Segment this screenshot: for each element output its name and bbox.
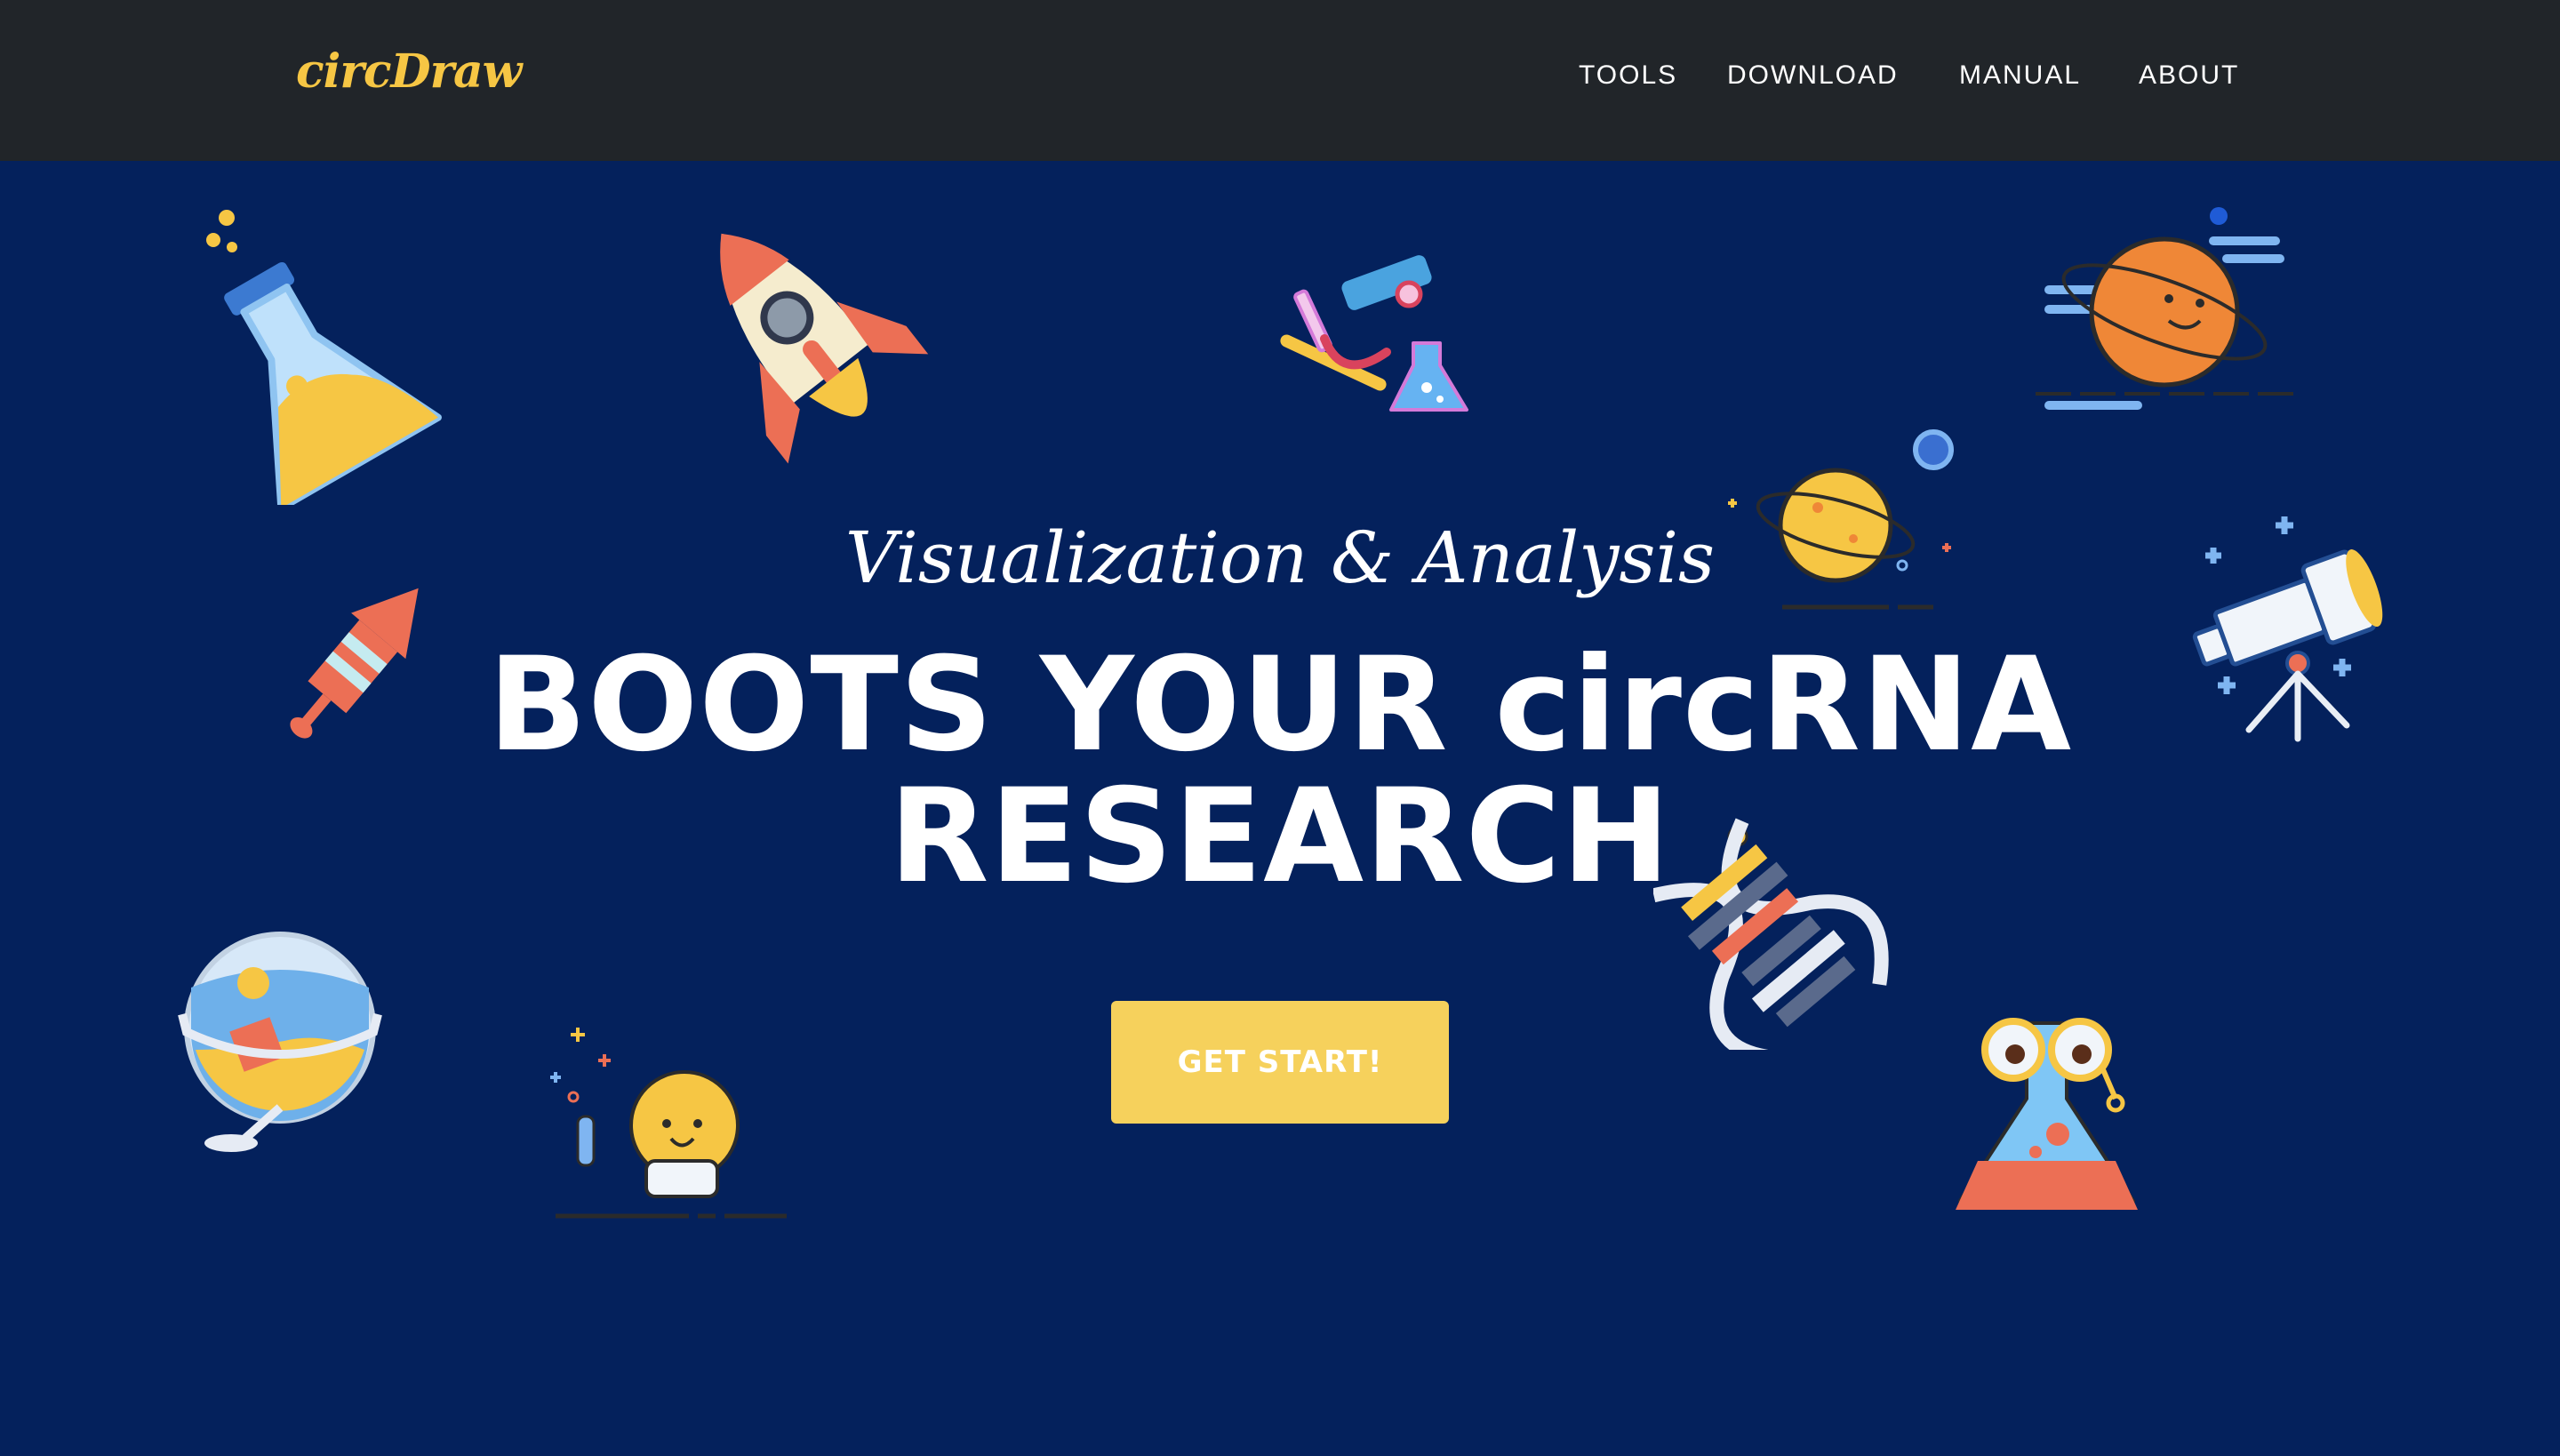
brand-logo[interactable]: circDraw — [296, 44, 522, 99]
globe-icon — [178, 932, 382, 1152]
nav-about[interactable]: ABOUT — [2139, 60, 2239, 91]
hero-section: Visualization & Analysis BOOTS YOUR circ… — [0, 161, 2560, 1456]
get-start-button[interactable]: GET START! — [1111, 1001, 1449, 1124]
nav-download[interactable]: DOWNLOAD — [1727, 60, 1899, 91]
rocket-icon — [720, 233, 929, 464]
microscope-icon — [1280, 255, 1468, 412]
top-navbar: circDraw TOOLS DOWNLOAD MANUAL ABOUT — [0, 0, 2560, 161]
lightbulb-icon — [550, 1028, 787, 1219]
hero-heading: BOOTS YOUR circRNA RESEARCH — [0, 639, 2560, 902]
planet-orange-icon — [2036, 207, 2293, 410]
scientist-flask-icon — [1956, 1018, 2138, 1210]
nav-manual[interactable]: MANUAL — [1959, 60, 2081, 91]
hero-subheading: Visualization & Analysis — [844, 516, 1716, 599]
hero-heading-line-1: BOOTS YOUR circRNA — [487, 629, 2073, 780]
flask-icon — [206, 210, 442, 505]
nav-tools[interactable]: TOOLS — [1579, 60, 1677, 91]
hero-heading-line-2: RESEARCH — [889, 761, 1671, 912]
